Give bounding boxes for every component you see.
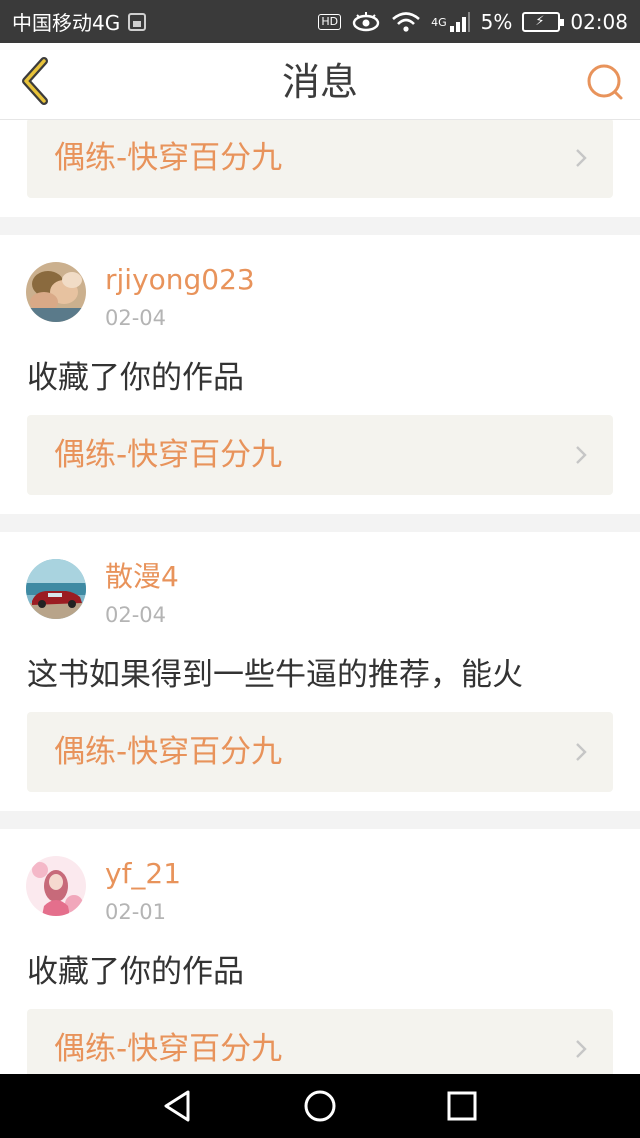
app-header: 消息: [0, 43, 640, 120]
work-link[interactable]: 偶练-快穿百分九: [27, 120, 613, 198]
nav-home-icon[interactable]: [302, 1088, 338, 1124]
work-link[interactable]: 偶练-快穿百分九: [27, 415, 613, 495]
message-text: 这书如果得到一些牛逼的推荐，能火: [27, 657, 523, 693]
signal-icon: [449, 11, 470, 32]
message-list[interactable]: 偶练-快穿百分九 rjiyong023 02-04 收藏了你的作品 偶练-快穿百…: [0, 120, 640, 1074]
avatar[interactable]: [26, 559, 86, 619]
nav-recent-icon[interactable]: [444, 1088, 480, 1124]
message-text: 收藏了你的作品: [27, 360, 244, 396]
username[interactable]: yf_21: [105, 857, 181, 891]
work-title: 偶练-快穿百分九: [54, 437, 283, 473]
work-link[interactable]: 偶练-快穿百分九: [27, 712, 613, 792]
avatar[interactable]: [26, 856, 86, 916]
carrier-label: 中国移动4G: [12, 11, 121, 35]
message-card: 偶练-快穿百分九: [0, 120, 640, 217]
status-bar: 中国移动4G HD 4G 5% ⚡ 02:08: [0, 0, 640, 43]
network-type-label: 4G: [431, 15, 447, 29]
clock: 02:08: [570, 9, 628, 34]
message-date: 02-04: [105, 603, 167, 627]
wifi-icon: [392, 11, 420, 32]
system-navigation-bar: [0, 1074, 640, 1138]
chevron-right-icon: [576, 1040, 587, 1058]
message-card: 散漫4 02-04 这书如果得到一些牛逼的推荐，能火 偶练-快穿百分九: [0, 532, 640, 811]
message-date: 02-01: [105, 900, 167, 924]
app-screen: 中国移动4G HD 4G 5% ⚡ 02:08 消息 偶练-快穿百分九 rjiy…: [0, 0, 640, 1138]
message-card: yf_21 02-01 收藏了你的作品 偶练-快穿百分九: [0, 829, 640, 1074]
chevron-right-icon: [576, 446, 587, 464]
username[interactable]: 散漫4: [105, 560, 179, 594]
status-icons: HD 4G 5% ⚡ 02:08: [318, 10, 628, 34]
hd-icon: HD: [318, 13, 342, 30]
work-link[interactable]: 偶练-快穿百分九: [27, 1009, 613, 1074]
username[interactable]: rjiyong023: [105, 263, 255, 297]
avatar[interactable]: [26, 262, 86, 322]
search-icon[interactable]: [586, 63, 624, 101]
carrier-group: 中国移动4G: [12, 7, 147, 36]
chevron-right-icon: [576, 149, 587, 167]
work-title: 偶练-快穿百分九: [54, 1031, 283, 1067]
chevron-right-icon: [576, 743, 587, 761]
nav-back-icon[interactable]: [160, 1088, 196, 1124]
eye-icon: [352, 11, 380, 31]
work-title: 偶练-快穿百分九: [54, 140, 283, 176]
message-text: 收藏了你的作品: [27, 954, 244, 990]
page-title: 消息: [281, 60, 358, 104]
battery-charging-icon: ⚡: [522, 11, 565, 32]
battery-percent: 5%: [480, 9, 513, 34]
image-notification-icon: [128, 12, 147, 31]
message-date: 02-04: [105, 306, 167, 330]
message-card: rjiyong023 02-04 收藏了你的作品 偶练-快穿百分九: [0, 235, 640, 514]
work-title: 偶练-快穿百分九: [54, 734, 283, 770]
